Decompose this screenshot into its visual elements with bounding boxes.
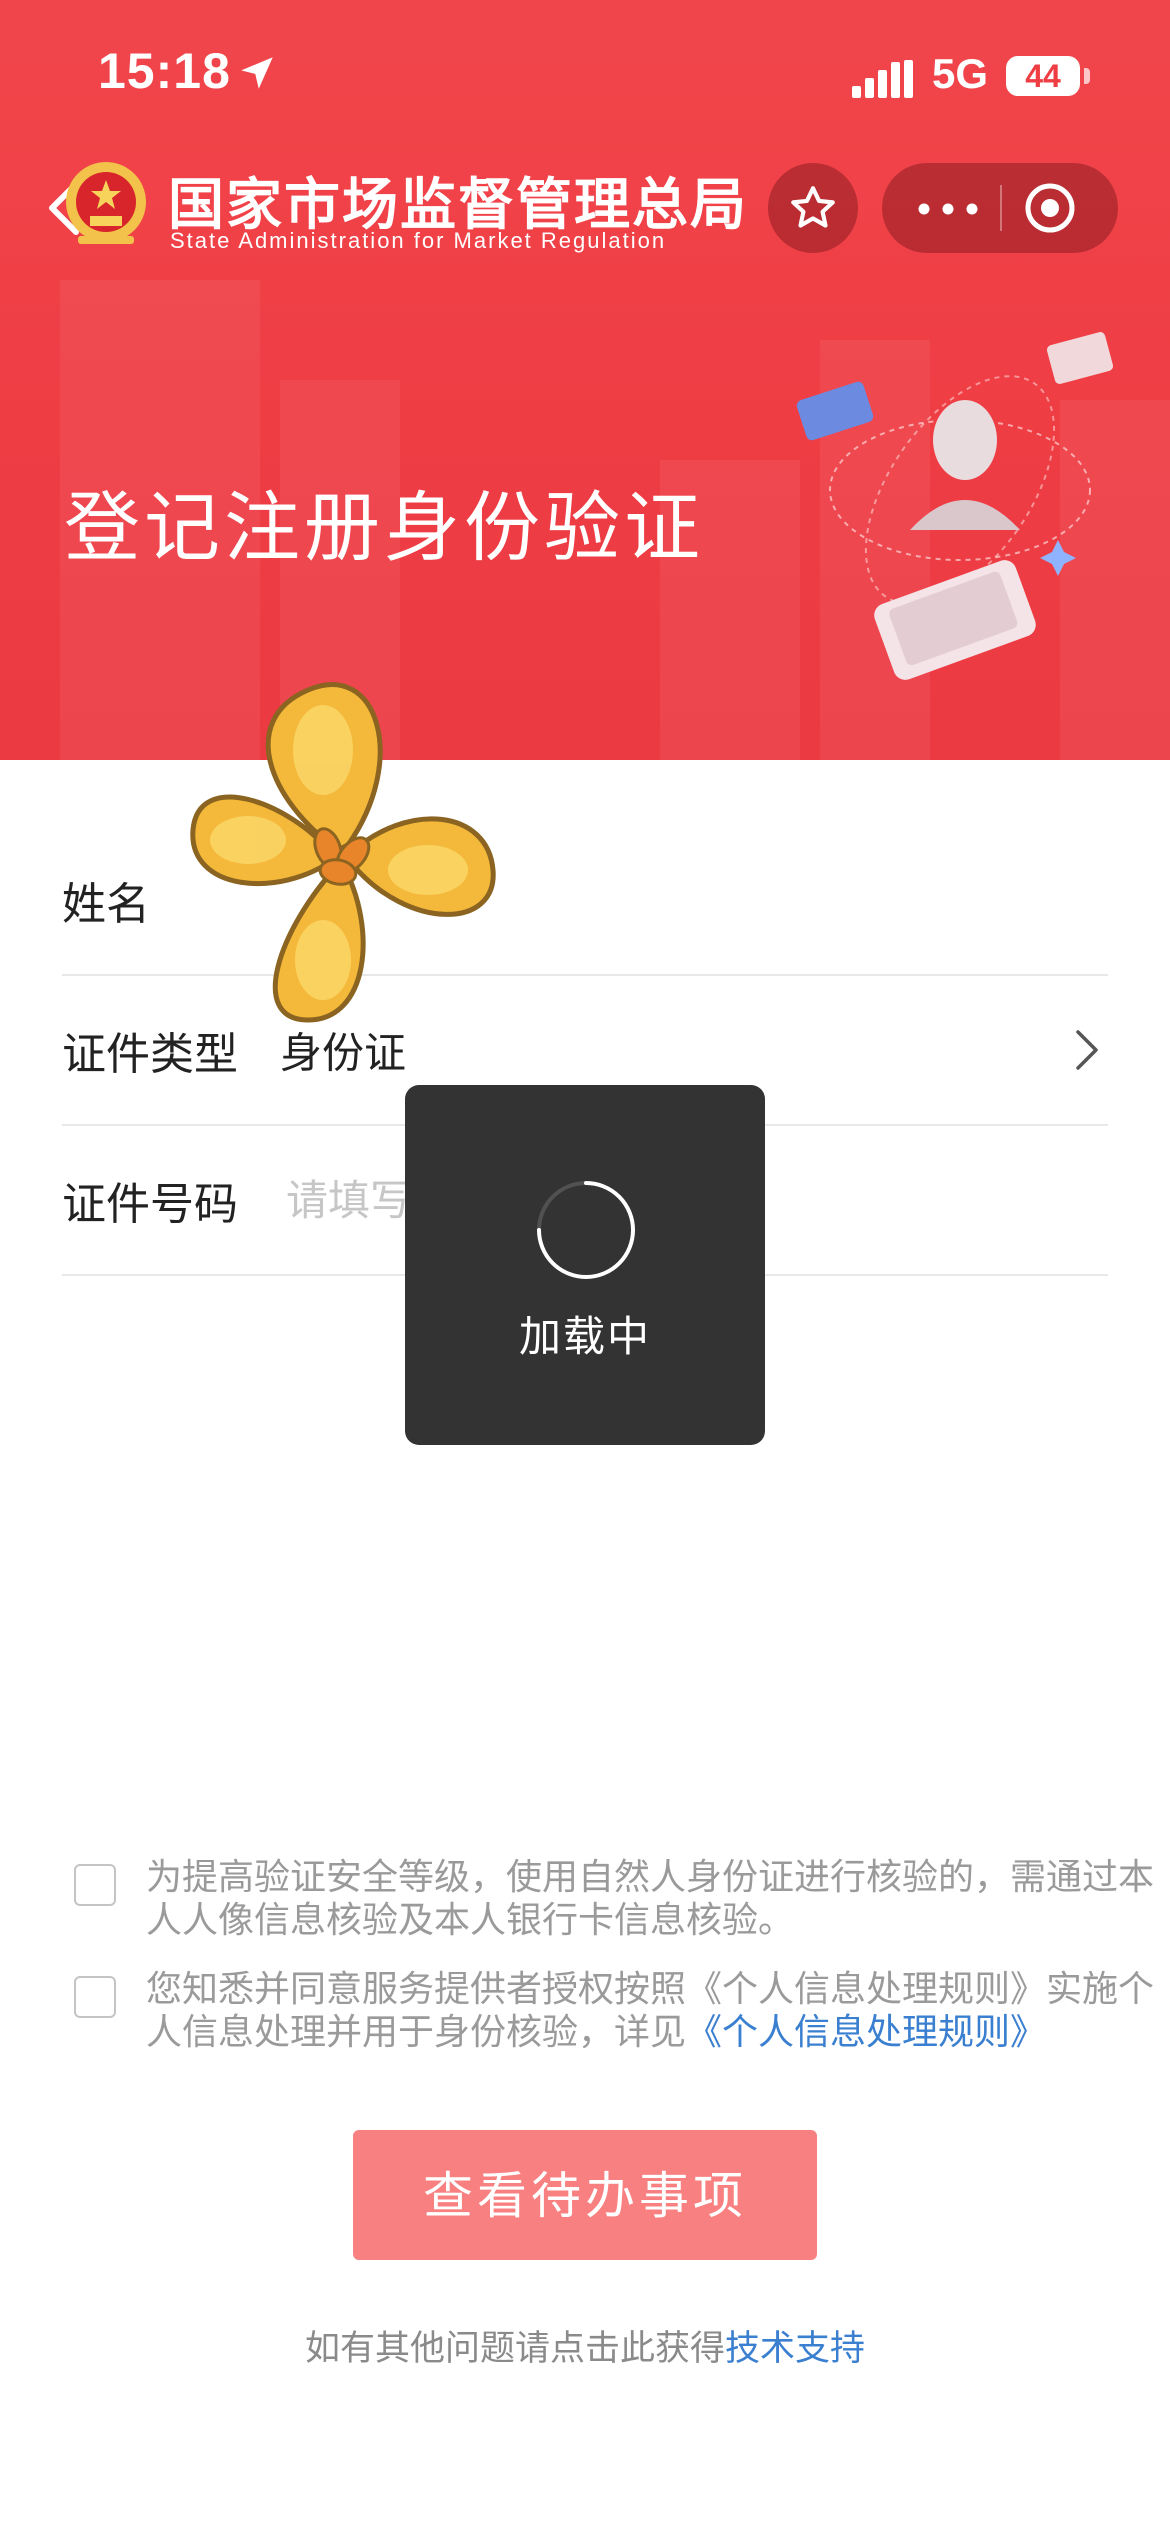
agreement-1-checkbox[interactable] <box>74 1864 116 1906</box>
capsule-divider <box>1000 185 1002 231</box>
view-pending-button[interactable]: 查看待办事项 <box>353 2130 817 2260</box>
target-icon[interactable] <box>1024 182 1076 234</box>
agreement-2: 您知悉并同意服务提供者授权按照《个人信息处理规则》实施个人信息处理并用于身份核验… <box>74 1968 1154 2100</box>
favorite-button[interactable] <box>768 163 858 253</box>
network-type: 5G <box>932 50 989 97</box>
status-time: 15:18 <box>98 43 231 99</box>
location-arrow-icon <box>241 57 273 89</box>
brand-name-en: State Administration for Market Regulati… <box>170 228 667 253</box>
help-text: 如有其他问题请点击此获得技术支持 <box>0 2320 1170 2371</box>
flower-sticker <box>190 682 496 1023</box>
loading-text: 加载中 <box>518 1312 651 1361</box>
national-emblem-icon <box>66 162 146 244</box>
mini-program-capsule <box>882 163 1118 253</box>
agreement-2-text: 您知悉并同意服务提供者授权按照《个人信息处理规则》实施个人信息处理并用于身份核验… <box>146 1968 1170 2054</box>
help-prefix: 如有其他问题请点击此获得 <box>304 2329 725 2369</box>
loading-spinner-icon <box>537 1181 635 1279</box>
agreement-1-text: 为提高验证安全等级，使用自然人身份证进行核验的，需通过本人人像信息核验及本人银行… <box>146 1857 1155 1941</box>
loading-toast: 加载中 <box>405 1085 765 1445</box>
agreement-2-checkbox[interactable] <box>74 1976 116 2018</box>
agreement-1: 为提高验证安全等级，使用自然人身份证进行核验的，需通过本人人像信息核验及本人银行… <box>74 1856 1154 1946</box>
chevron-right-icon <box>1076 1030 1098 1070</box>
battery-indicator: 44 <box>1006 56 1080 96</box>
star-icon <box>791 186 835 228</box>
battery-tip <box>1084 68 1090 84</box>
more-icon[interactable] <box>918 203 978 215</box>
name-label: 姓名 <box>62 879 150 930</box>
id-number-label: 证件号码 <box>62 1179 238 1230</box>
tech-support-link[interactable]: 技术支持 <box>725 2329 865 2369</box>
face-verification-illustration <box>796 332 1114 680</box>
status-bar: 15:18 5G 44 <box>0 0 1170 150</box>
privacy-rules-link[interactable]: 《个人信息处理规则》 <box>686 2012 1046 2053</box>
signal-icon <box>852 60 913 98</box>
page-title: 登记注册身份验证 <box>64 483 704 572</box>
